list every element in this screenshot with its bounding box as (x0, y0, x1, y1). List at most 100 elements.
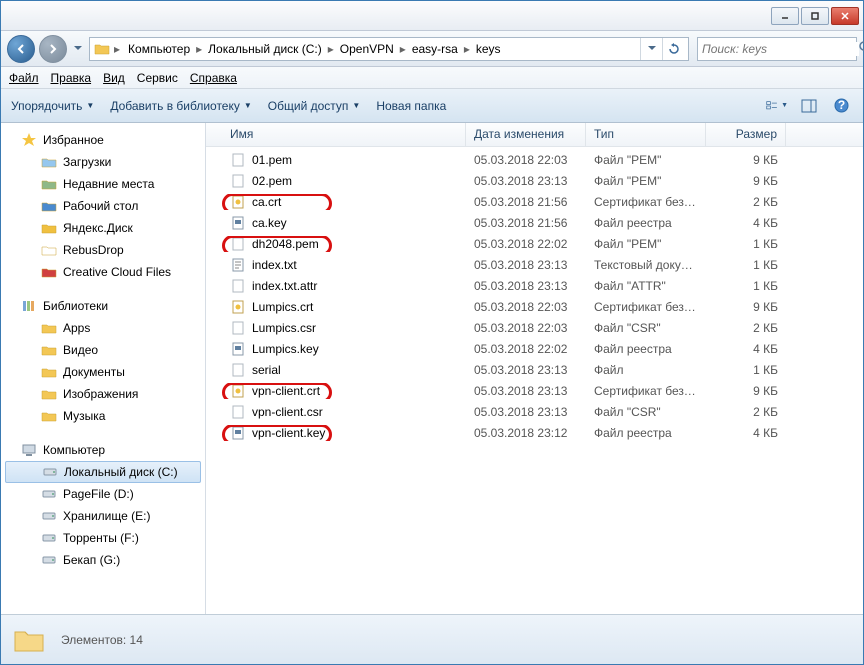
sidebar-item[interactable]: Яндекс.Диск (1, 217, 205, 239)
sidebar-item[interactable]: Документы (1, 361, 205, 383)
library-icon (41, 408, 57, 424)
search-box[interactable] (697, 37, 857, 61)
disk-icon (41, 530, 57, 546)
folder-icon (94, 41, 110, 57)
search-icon[interactable] (859, 41, 864, 57)
file-row[interactable]: vpn-client.csr05.03.2018 23:13Файл "CSR"… (206, 401, 863, 422)
sidebar-item[interactable]: Бекап (G:) (1, 549, 205, 571)
file-row[interactable]: 02.pem05.03.2018 23:13Файл "PEM"9 КБ (206, 170, 863, 191)
navigation-bar: ▸ Компьютер▸Локальный диск (C:)▸OpenVPN▸… (1, 31, 863, 67)
search-input[interactable] (702, 42, 859, 56)
file-row[interactable]: 01.pem05.03.2018 22:03Файл "PEM"9 КБ (206, 149, 863, 170)
file-size: 9 КБ (706, 384, 786, 398)
file-date: 05.03.2018 22:02 (466, 342, 586, 356)
close-button[interactable] (831, 7, 859, 25)
chevron-right-icon[interactable]: ▸ (112, 42, 122, 56)
sidebar-item[interactable]: Загрузки (1, 151, 205, 173)
chevron-right-icon[interactable]: ▸ (326, 42, 336, 56)
column-type[interactable]: Тип (586, 123, 706, 146)
chevron-right-icon[interactable]: ▸ (398, 42, 408, 56)
file-type: Текстовый докум… (586, 258, 706, 272)
file-name: vpn-client.crt (252, 384, 320, 398)
breadcrumb-item[interactable]: Локальный диск (C:) (204, 42, 326, 56)
chevron-right-icon[interactable]: ▸ (462, 42, 472, 56)
share-button[interactable]: Общий доступ▼ (268, 99, 361, 113)
back-button[interactable] (7, 35, 35, 63)
sidebar-item[interactable]: Изображения (1, 383, 205, 405)
breadcrumb-item[interactable]: easy-rsa (408, 42, 462, 56)
file-name: Lumpics.key (252, 342, 319, 356)
breadcrumb-item[interactable]: keys (472, 42, 505, 56)
sidebar-favorites[interactable]: Избранное (1, 129, 205, 151)
sidebar-item[interactable]: Рабочий стол (1, 195, 205, 217)
file-row[interactable]: ca.crt05.03.2018 21:56Сертификат безо…2 … (206, 191, 863, 212)
file-row[interactable]: Lumpics.key05.03.2018 22:02Файл реестра4… (206, 338, 863, 359)
minimize-button[interactable] (771, 7, 799, 25)
sidebar-item[interactable]: Видео (1, 339, 205, 361)
sidebar-item-label: Загрузки (63, 155, 111, 169)
organize-button[interactable]: Упорядочить▼ (11, 99, 94, 113)
preview-pane-button[interactable] (797, 96, 821, 116)
sidebar-libraries[interactable]: Библиотеки (1, 295, 205, 317)
address-dropdown[interactable] (640, 38, 662, 60)
file-row[interactable]: index.txt.attr05.03.2018 23:13Файл "ATTR… (206, 275, 863, 296)
sidebar-group-label: Библиотеки (43, 299, 108, 313)
file-type: Файл реестра (586, 216, 706, 230)
menu-edit[interactable]: Правка (51, 71, 92, 85)
file-date: 05.03.2018 21:56 (466, 195, 586, 209)
file-row[interactable]: vpn-client.key05.03.2018 23:12Файл реест… (206, 422, 863, 443)
file-size: 4 КБ (706, 342, 786, 356)
maximize-button[interactable] (801, 7, 829, 25)
sidebar-item[interactable]: Торренты (F:) (1, 527, 205, 549)
column-date[interactable]: Дата изменения (466, 123, 586, 146)
column-size[interactable]: Размер (706, 123, 786, 146)
folder-icon (41, 242, 57, 258)
sidebar-item[interactable]: Локальный диск (C:) (5, 461, 201, 483)
file-size: 1 КБ (706, 363, 786, 377)
sidebar-item[interactable]: Apps (1, 317, 205, 339)
refresh-button[interactable] (662, 38, 684, 60)
file-row[interactable]: ca.key05.03.2018 21:56Файл реестра4 КБ (206, 212, 863, 233)
sidebar-computer[interactable]: Компьютер (1, 439, 205, 461)
folder-icon (41, 176, 57, 192)
menu-service[interactable]: Сервис (137, 71, 178, 85)
sidebar-item-label: Видео (63, 343, 98, 357)
file-row[interactable]: serial05.03.2018 23:13Файл1 КБ (206, 359, 863, 380)
menu-view[interactable]: Вид (103, 71, 125, 85)
sidebar-item[interactable]: PageFile (D:) (1, 483, 205, 505)
file-row[interactable]: Lumpics.csr05.03.2018 22:03Файл "CSR"2 К… (206, 317, 863, 338)
file-name: serial (252, 363, 281, 377)
file-icon (230, 173, 246, 189)
add-to-library-button[interactable]: Добавить в библиотеку▼ (110, 99, 251, 113)
sidebar-item-label: PageFile (D:) (63, 487, 134, 501)
file-name: Lumpics.crt (252, 300, 313, 314)
file-date: 05.03.2018 23:13 (466, 363, 586, 377)
sidebar-item[interactable]: Музыка (1, 405, 205, 427)
file-row[interactable]: Lumpics.crt05.03.2018 22:03Сертификат бе… (206, 296, 863, 317)
sidebar-item[interactable]: Недавние места (1, 173, 205, 195)
library-icon (41, 386, 57, 402)
file-type: Файл "ATTR" (586, 279, 706, 293)
file-row[interactable]: index.txt05.03.2018 23:13Текстовый докум… (206, 254, 863, 275)
menu-file[interactable]: Файл (9, 71, 39, 85)
view-mode-button[interactable]: ▼ (765, 96, 789, 116)
sidebar-item[interactable]: RebusDrop (1, 239, 205, 261)
status-text: Элементов: 14 (61, 633, 143, 647)
new-folder-button[interactable]: Новая папка (376, 99, 446, 113)
forward-button[interactable] (39, 35, 67, 63)
breadcrumb-item[interactable]: Компьютер (124, 42, 194, 56)
menu-help[interactable]: Справка (190, 71, 237, 85)
file-size: 9 КБ (706, 153, 786, 167)
help-button[interactable]: ? (829, 96, 853, 116)
file-type: Файл "PEM" (586, 174, 706, 188)
address-bar[interactable]: ▸ Компьютер▸Локальный диск (C:)▸OpenVPN▸… (89, 37, 689, 61)
nav-history-dropdown[interactable] (71, 36, 85, 62)
sidebar-item[interactable]: Creative Cloud Files (1, 261, 205, 283)
breadcrumb-item[interactable]: OpenVPN (336, 42, 398, 56)
chevron-right-icon[interactable]: ▸ (194, 42, 204, 56)
folder-icon (41, 220, 57, 236)
file-row[interactable]: vpn-client.crt05.03.2018 23:13Сертификат… (206, 380, 863, 401)
column-name[interactable]: Имя (206, 123, 466, 146)
sidebar-item[interactable]: Хранилище (E:) (1, 505, 205, 527)
file-row[interactable]: dh2048.pem05.03.2018 22:02Файл "PEM"1 КБ (206, 233, 863, 254)
